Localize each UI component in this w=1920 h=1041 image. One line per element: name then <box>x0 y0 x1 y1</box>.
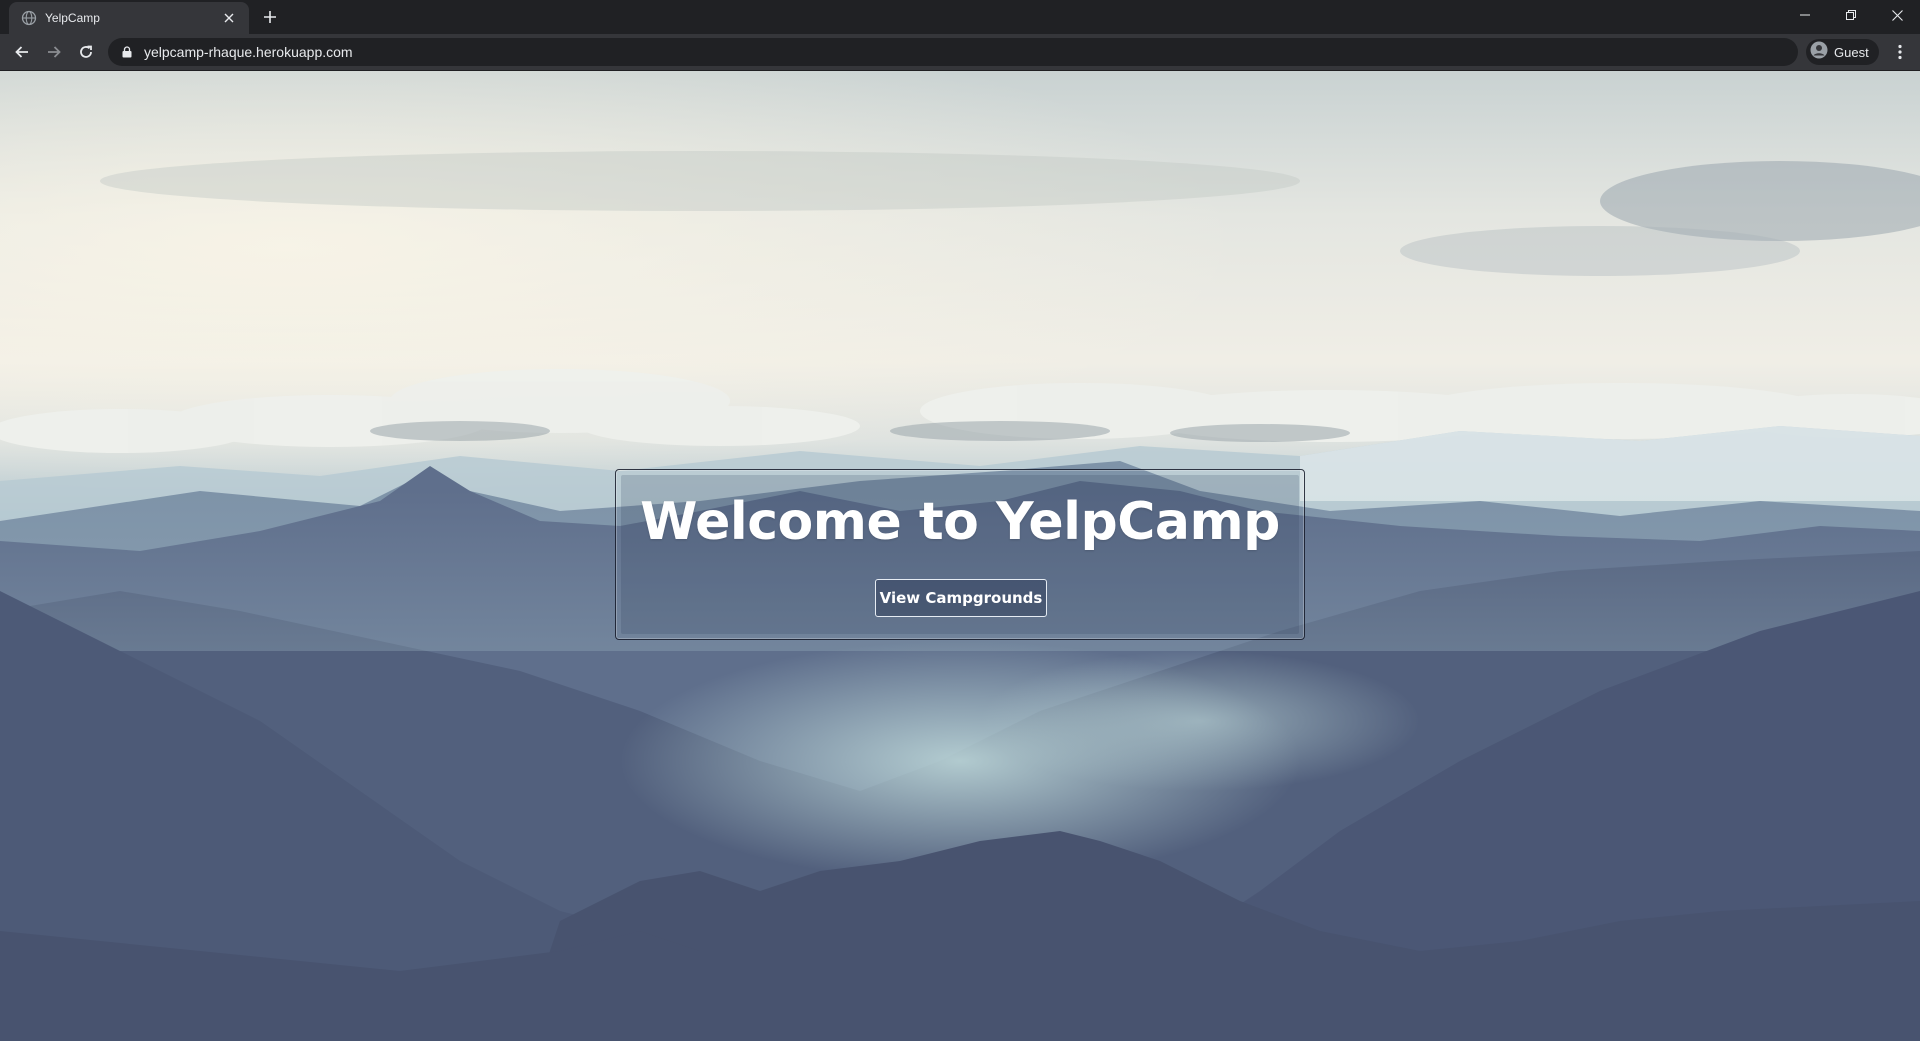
browser-toolbar: yelpcamp-rhaque.herokuapp.com Guest <box>0 34 1920 71</box>
page-viewport: Welcome to YelpCamp View Campgrounds <box>0 71 1920 1041</box>
page-title: Welcome to YelpCamp <box>640 492 1280 552</box>
kebab-menu-icon[interactable] <box>1886 38 1914 66</box>
back-arrow-icon[interactable] <box>8 38 36 66</box>
tab-title: YelpCamp <box>45 11 100 25</box>
forward-arrow-icon[interactable] <box>40 38 68 66</box>
restore-icon[interactable] <box>1828 0 1874 30</box>
tab-strip: YelpCamp <box>0 0 1920 34</box>
minimize-icon[interactable] <box>1782 0 1828 30</box>
window-controls <box>1782 0 1920 30</box>
welcome-card: Welcome to YelpCamp View Campgrounds <box>615 469 1305 640</box>
account-circle-icon <box>1810 41 1828 64</box>
close-icon[interactable] <box>219 8 239 28</box>
address-url: yelpcamp-rhaque.herokuapp.com <box>144 44 353 60</box>
reload-icon[interactable] <box>72 38 100 66</box>
address-bar[interactable]: yelpcamp-rhaque.herokuapp.com <box>108 38 1798 66</box>
profile-label: Guest <box>1834 44 1869 60</box>
lock-icon <box>120 45 134 59</box>
plus-icon[interactable] <box>258 5 282 29</box>
browser-tab-yelpcamp[interactable]: YelpCamp <box>9 2 249 34</box>
view-campgrounds-button[interactable]: View Campgrounds <box>875 579 1047 617</box>
profile-button[interactable]: Guest <box>1806 39 1879 65</box>
globe-icon <box>21 10 37 26</box>
close-window-icon[interactable] <box>1874 0 1920 30</box>
